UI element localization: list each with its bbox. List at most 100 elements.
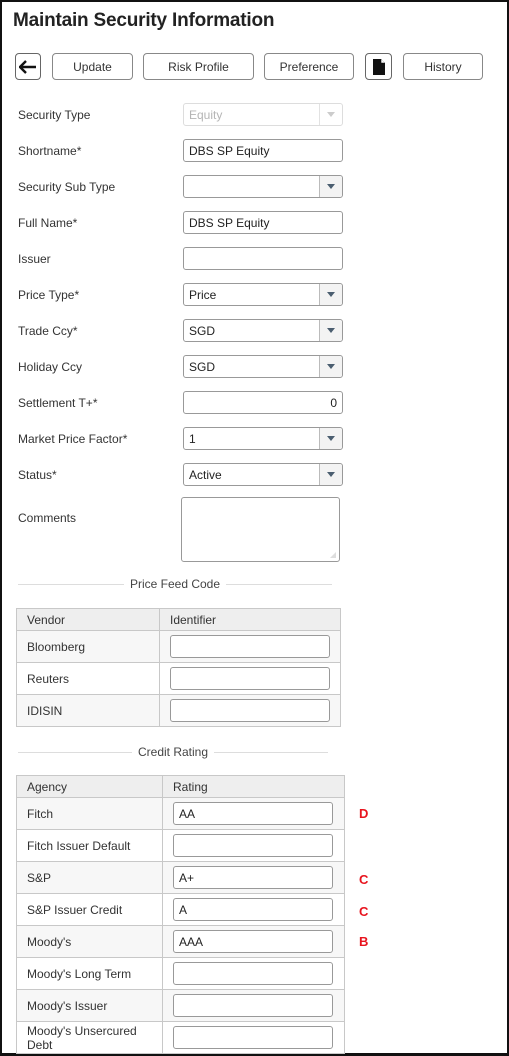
holiday-ccy-select[interactable]: SGD (183, 355, 343, 378)
risk-profile-button[interactable]: Risk Profile (143, 53, 254, 80)
sp-issuer-credit-rating-input[interactable]: A (173, 898, 333, 921)
price-feed-table: Vendor Identifier Bloomberg Reuters IDIS… (16, 608, 341, 727)
chevron-down-icon[interactable] (319, 464, 342, 485)
full-name-input[interactable]: DBS SP Equity (183, 211, 343, 234)
rating-header: Rating (162, 775, 345, 798)
trade-ccy-select[interactable]: SGD (183, 319, 343, 342)
moodys-unsecured-debt-rating-input[interactable] (173, 1026, 333, 1049)
rating-annotation: D (359, 806, 369, 821)
issuer-input[interactable] (183, 247, 343, 270)
idisin-identifier-input[interactable] (170, 699, 330, 722)
update-button[interactable]: Update (52, 53, 133, 80)
table-row: S&P Issuer Credit A (16, 893, 345, 926)
price-feed-section-header: Price Feed Code (18, 577, 333, 591)
vendor-cell: Bloomberg (16, 630, 160, 663)
market-price-factor-label: Market Price Factor* (18, 432, 128, 446)
identifier-header: Identifier (159, 608, 341, 631)
table-row: Moody's Long Term (16, 957, 345, 990)
price-type-row: Price Type* Price (18, 283, 348, 307)
sp-rating-input[interactable]: A+ (173, 866, 333, 889)
resize-grip-icon[interactable] (330, 552, 336, 558)
price-feed-title: Price Feed Code (129, 577, 221, 591)
chevron-down-icon[interactable] (319, 176, 342, 197)
security-sub-type-select[interactable] (183, 175, 343, 198)
chevron-down-icon[interactable] (319, 320, 342, 341)
market-price-factor-row: Market Price Factor* 1 (18, 427, 348, 451)
preference-button[interactable]: Preference (264, 53, 354, 80)
security-type-select: Equity (183, 103, 343, 126)
full-name-label: Full Name* (18, 216, 78, 230)
issuer-row: Issuer (18, 247, 348, 271)
reuters-identifier-input[interactable] (170, 667, 330, 690)
trade-ccy-label: Trade Ccy* (18, 324, 78, 338)
table-row: Reuters (16, 662, 341, 695)
status-row: Status* Active (18, 463, 348, 487)
price-type-label: Price Type* (18, 288, 80, 302)
shortname-input[interactable]: DBS SP Equity (183, 139, 343, 162)
agency-cell: Moody's (16, 925, 163, 958)
comments-textarea[interactable] (181, 497, 340, 562)
document-button[interactable] (365, 53, 392, 80)
chevron-down-icon[interactable] (319, 356, 342, 377)
agency-cell: Moody's Unsercured Debt (16, 1021, 163, 1054)
settlement-row: Settlement T+* 0 (18, 391, 348, 415)
comments-label: Comments (18, 511, 77, 525)
table-row: Moody's AAA (16, 925, 345, 958)
shortname-label: Shortname* (18, 144, 82, 158)
status-select[interactable]: Active (183, 463, 343, 486)
fitch-rating-input[interactable]: AA (173, 802, 333, 825)
full-name-row: Full Name* DBS SP Equity (18, 211, 348, 235)
security-type-row: Security Type Equity (18, 103, 348, 127)
history-button[interactable]: History (403, 53, 483, 80)
agency-cell: S&P (16, 861, 163, 894)
agency-cell: S&P Issuer Credit (16, 893, 163, 926)
security-sub-type-label: Security Sub Type (18, 180, 116, 194)
table-row: Fitch AA (16, 797, 345, 830)
fitch-issuer-default-rating-input[interactable] (173, 834, 333, 857)
toolbar: Update Risk Profile Preference History (2, 53, 507, 80)
chevron-down-icon[interactable] (319, 284, 342, 305)
moodys-issuer-rating-input[interactable] (173, 994, 333, 1017)
rating-annotation: C (359, 872, 369, 887)
moodys-long-term-rating-input[interactable] (173, 962, 333, 985)
credit-rating-table: Agency Rating Fitch AA Fitch Issuer Defa… (16, 775, 345, 1054)
market-price-factor-select[interactable]: 1 (183, 427, 343, 450)
rating-annotation: C (359, 904, 369, 919)
credit-rating-title: Credit Rating (137, 745, 209, 759)
security-type-label: Security Type (18, 108, 91, 122)
price-type-select[interactable]: Price (183, 283, 343, 306)
chevron-down-icon[interactable] (319, 428, 342, 449)
holiday-ccy-row: Holiday Ccy SGD (18, 355, 348, 379)
table-row: Fitch Issuer Default (16, 829, 345, 862)
shortname-row: Shortname* DBS SP Equity (18, 139, 348, 163)
trade-ccy-row: Trade Ccy* SGD (18, 319, 348, 343)
page-title: Maintain Security Information (13, 10, 275, 31)
table-row: Moody's Unsercured Debt (16, 1021, 345, 1054)
holiday-ccy-label: Holiday Ccy (18, 360, 83, 374)
security-sub-type-row: Security Sub Type (18, 175, 348, 199)
document-icon (372, 58, 385, 75)
moodys-rating-input[interactable]: AAA (173, 930, 333, 953)
agency-cell: Fitch Issuer Default (16, 829, 163, 862)
settlement-input[interactable]: 0 (183, 391, 343, 414)
security-info-panel: Maintain Security Information Update Ris… (0, 0, 509, 1056)
back-button[interactable] (15, 53, 41, 80)
issuer-label: Issuer (18, 252, 51, 266)
agency-cell: Moody's Long Term (16, 957, 163, 990)
table-row: IDISIN (16, 694, 341, 727)
agency-cell: Moody's Issuer (16, 989, 163, 1022)
table-row: Moody's Issuer (16, 989, 345, 1022)
table-row: S&P A+ (16, 861, 345, 894)
bloomberg-identifier-input[interactable] (170, 635, 330, 658)
table-row: Bloomberg (16, 630, 341, 663)
agency-cell: Fitch (16, 797, 163, 830)
vendor-header: Vendor (16, 608, 160, 631)
rating-annotation: B (359, 934, 369, 949)
chevron-down-icon (319, 104, 342, 125)
vendor-cell: Reuters (16, 662, 160, 695)
credit-rating-section-header: Credit Rating (18, 745, 328, 759)
status-label: Status* (18, 468, 57, 482)
agency-header: Agency (16, 775, 163, 798)
arrow-left-icon (19, 59, 36, 74)
vendor-cell: IDISIN (16, 694, 160, 727)
